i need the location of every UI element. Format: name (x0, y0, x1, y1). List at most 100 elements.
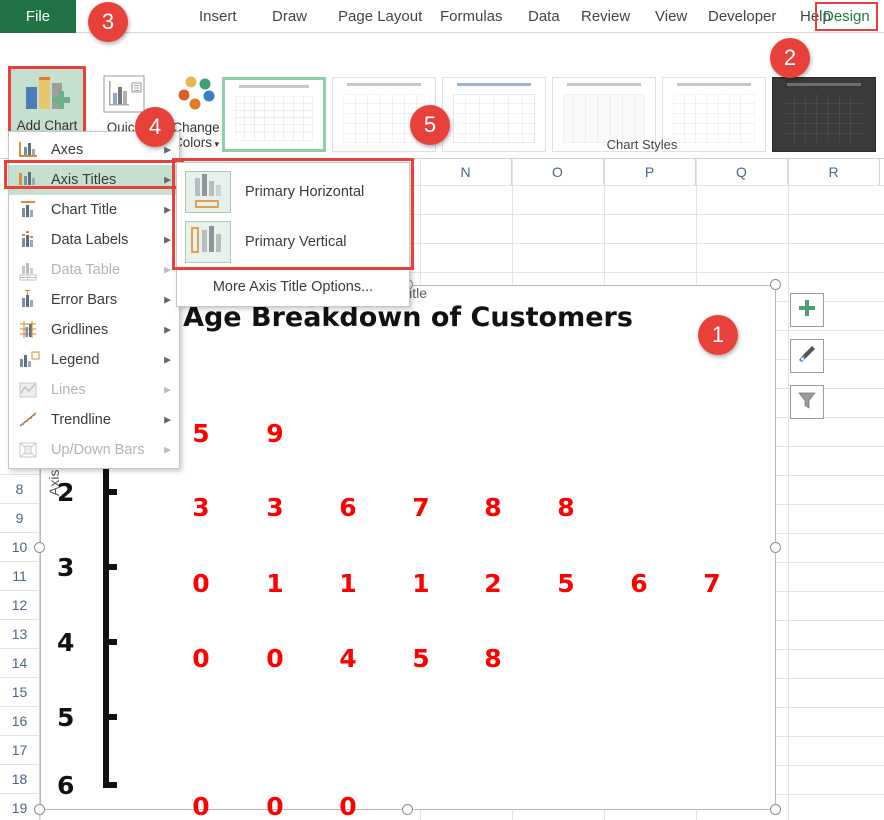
data-label: 0 (261, 644, 289, 673)
y-axis-tick (103, 782, 117, 788)
submenu-item-label: Primary Vertical (245, 234, 347, 250)
chart-styles-button[interactable] (790, 339, 824, 373)
annotation-badge-1: 1 (698, 315, 738, 355)
menu-item-label: Data Labels (51, 232, 128, 248)
chart-style-thumb-1[interactable] (222, 77, 326, 152)
row-header-18[interactable]: 18 (0, 765, 40, 794)
y-axis-tick (103, 564, 117, 570)
row-header-9[interactable]: 9 (0, 504, 40, 533)
resize-handle-mid-left[interactable] (34, 542, 45, 553)
menu-item-data-labels[interactable]: Data Labels ▶ (9, 225, 179, 255)
data-label: 0 (187, 644, 215, 673)
column-header-n[interactable]: N (420, 159, 512, 185)
column-header-r[interactable]: R (788, 159, 880, 185)
add-chart-element-icon (20, 73, 74, 118)
tab-formulas[interactable]: Formulas (440, 0, 503, 33)
menu-item-label: Up/Down Bars (51, 442, 144, 458)
resize-handle-bottom-right[interactable] (770, 804, 781, 815)
tab-developer[interactable]: Developer (708, 0, 776, 33)
chart-title-icon (17, 199, 43, 221)
row-header-17[interactable]: 17 (0, 736, 40, 765)
row-header-15[interactable]: 15 (0, 678, 40, 707)
thumb-title-bar (567, 83, 640, 86)
lines-icon (17, 379, 43, 401)
chevron-right-icon: ▶ (164, 355, 171, 366)
data-label: 0 (187, 792, 215, 820)
data-label: 8 (479, 644, 507, 673)
menu-item-axis-titles[interactable]: Axis Titles ▶ (9, 165, 179, 195)
annotation-badge-4: 4 (135, 107, 175, 147)
resize-handle-bottom-center[interactable] (402, 804, 413, 815)
menu-item-label: Trendline (51, 412, 111, 428)
data-label: 5 (552, 569, 580, 598)
tab-page-layout[interactable]: Page Layout (338, 0, 422, 33)
change-colors-icon (171, 75, 221, 120)
tab-file[interactable]: File (0, 0, 76, 33)
row-header-13[interactable]: 13 (0, 620, 40, 649)
thumb-grid (783, 94, 865, 143)
row-header-16[interactable]: 16 (0, 707, 40, 736)
row-header-11[interactable]: 11 (0, 562, 40, 591)
gridlines-icon (17, 319, 43, 341)
thumb-grid (235, 96, 313, 141)
y-axis-tick (103, 639, 117, 645)
thumb-title-bar (347, 83, 420, 86)
menu-item-gridlines[interactable]: Gridlines ▶ (9, 315, 179, 345)
row-header-12[interactable]: 12 (0, 591, 40, 620)
chart-styles-group-label: Chart Styles (560, 137, 724, 152)
data-label: 8 (552, 493, 580, 522)
data-table-icon (17, 259, 43, 281)
tab-design[interactable]: Design (815, 2, 878, 31)
legend-icon (17, 349, 43, 371)
chevron-right-icon: ▶ (164, 445, 171, 456)
chart-filters-button[interactable] (790, 385, 824, 419)
submenu-item-primary-vertical[interactable]: Primary Vertical (177, 217, 409, 267)
chart-style-thumb-3[interactable] (442, 77, 546, 152)
column-header-o[interactable]: O (512, 159, 604, 185)
data-label: 3 (261, 493, 289, 522)
chevron-right-icon: ▶ (164, 415, 171, 426)
tab-insert[interactable]: Insert (199, 0, 237, 33)
y-axis-label: 2 (57, 478, 74, 507)
y-axis-line (103, 453, 109, 787)
paintbrush-icon (796, 343, 818, 370)
tab-data[interactable]: Data (528, 0, 560, 33)
tab-draw[interactable]: Draw (272, 0, 307, 33)
column-header-p[interactable]: P (604, 159, 696, 185)
axis-titles-icon (17, 169, 43, 191)
menu-item-label: Legend (51, 352, 99, 368)
submenu-divider (187, 269, 399, 270)
resize-handle-bottom-left[interactable] (34, 804, 45, 815)
thumb-title-bar (787, 83, 860, 86)
chevron-right-icon: ▶ (164, 325, 171, 336)
annotation-badge-3: 3 (88, 2, 128, 42)
tab-review[interactable]: Review (581, 0, 630, 33)
data-label: 8 (479, 493, 507, 522)
menu-item-trendline[interactable]: Trendline ▶ (9, 405, 179, 435)
column-header-q[interactable]: Q (696, 159, 788, 185)
chart-style-thumb-6[interactable] (772, 77, 876, 152)
data-label: 1 (261, 569, 289, 598)
resize-handle-top-right[interactable] (770, 279, 781, 290)
data-label: 3 (187, 493, 215, 522)
tab-view[interactable]: View (655, 0, 687, 33)
menu-item-label: Data Table (51, 262, 120, 278)
menu-item-up-down-bars: Up/Down Bars ▶ (9, 435, 179, 465)
menu-item-error-bars[interactable]: Error Bars ▶ (9, 285, 179, 315)
data-label: 7 (407, 493, 435, 522)
chevron-right-icon: ▶ (164, 205, 171, 216)
menu-item-label: Gridlines (51, 322, 108, 338)
submenu-item-primary-horizontal[interactable]: Primary Horizontal (177, 167, 409, 217)
resize-handle-mid-right[interactable] (770, 542, 781, 553)
chart-elements-button[interactable] (790, 293, 824, 327)
ribbon-tabstrip: File Insert Draw Page Layout Formulas Da… (0, 0, 884, 33)
chevron-right-icon: ▶ (164, 235, 171, 246)
menu-item-legend[interactable]: Legend ▶ (9, 345, 179, 375)
row-header-8[interactable]: 8 (0, 475, 40, 504)
chevron-right-icon: ▶ (164, 295, 171, 306)
plus-icon (797, 298, 817, 323)
row-header-14[interactable]: 14 (0, 649, 40, 678)
menu-item-chart-title[interactable]: Chart Title ▶ (9, 195, 179, 225)
data-label: 1 (407, 569, 435, 598)
submenu-more-axis-title-options[interactable]: More Axis Title Options... (177, 272, 409, 302)
